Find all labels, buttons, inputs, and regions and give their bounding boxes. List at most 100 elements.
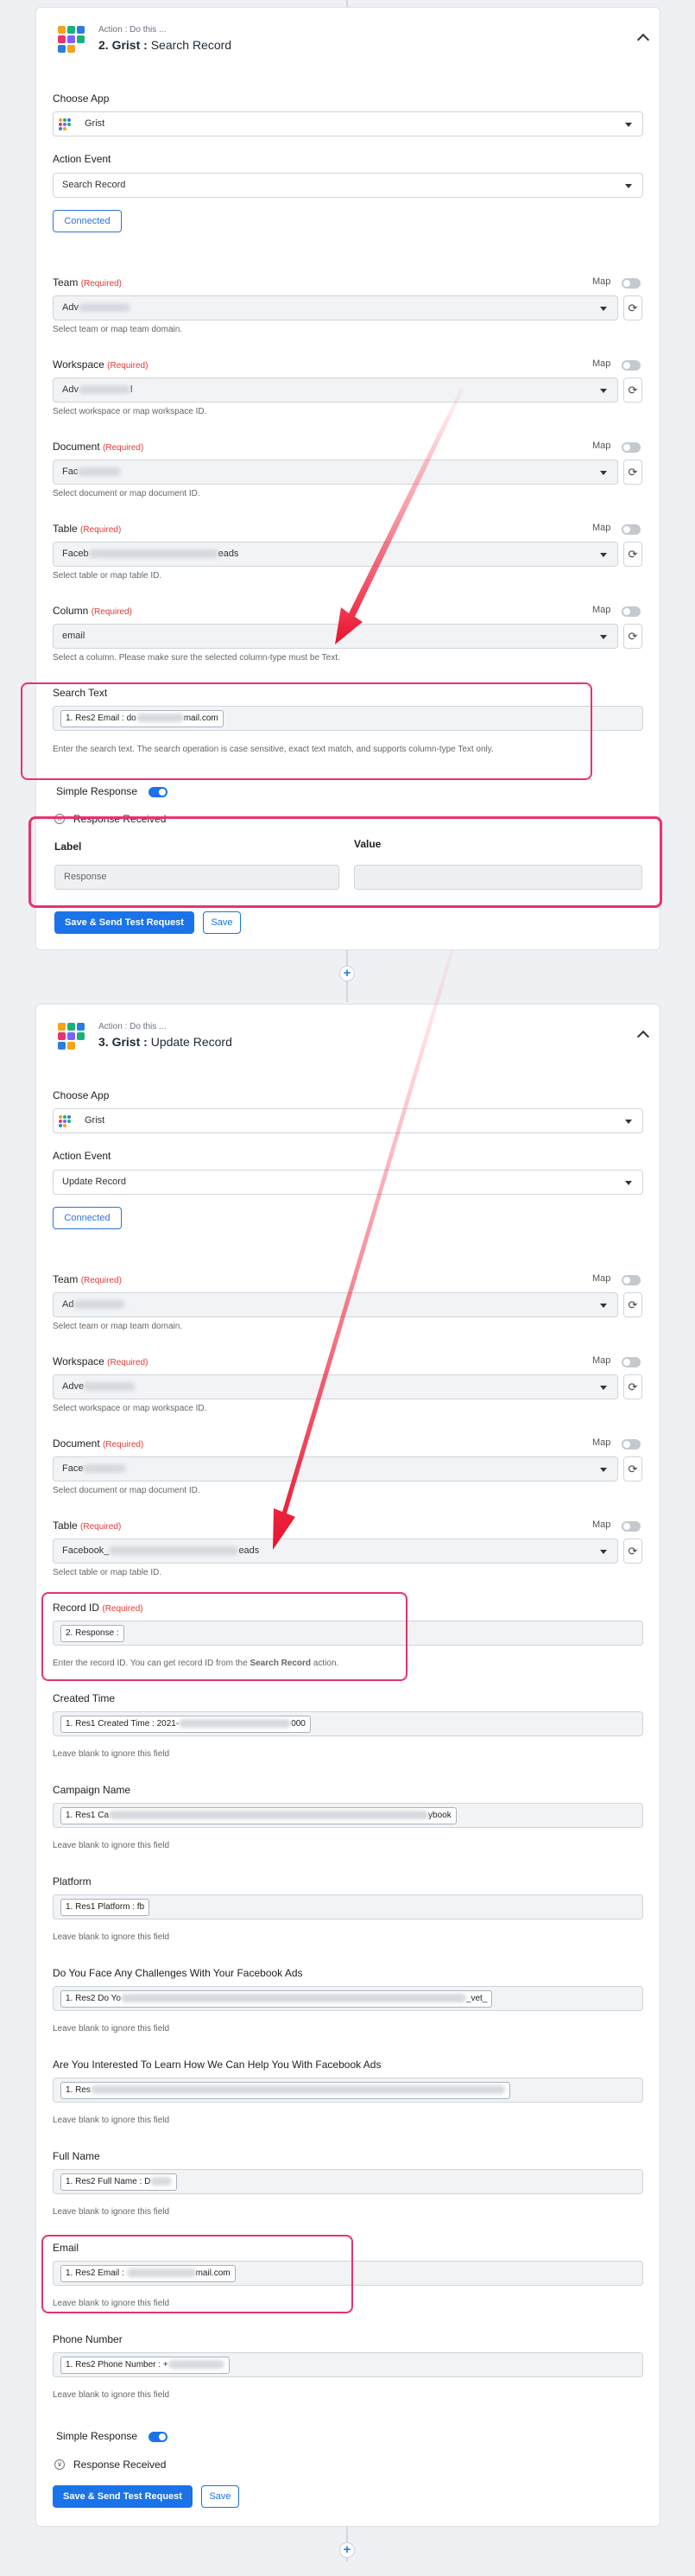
team-select[interactable]: Ad [53,1292,618,1317]
map-toggle[interactable] [622,360,641,371]
action-event-select[interactable]: Update Record [53,1170,643,1195]
refresh-button[interactable]: ⟳ [623,1539,642,1564]
workspace-select[interactable]: Adve [53,1374,618,1399]
refresh-button[interactable]: ⟳ [623,295,642,320]
platform-label: Platform [53,1875,92,1888]
simple-response-toggle[interactable] [148,787,167,797]
choose-app-label: Choose App [53,92,110,105]
blank-help: Leave blank to ignore this field [53,1932,170,1942]
expand-icon[interactable]: ∨ [54,2459,65,2470]
dropdown-arrow-icon [625,123,632,127]
add-step-button[interactable]: + [339,966,355,981]
blank-help: Leave blank to ignore this field [53,2207,170,2217]
challenges-input[interactable]: 1. Res2 Do Yo _vet_ [53,1986,643,2011]
phone-number-input[interactable]: 1. Res2 Phone Number : + [53,2352,643,2377]
mapped-value-chip[interactable]: 1. Res1 Ca ybook [60,1807,457,1824]
column-help: Select a column. Please make sure the se… [53,653,340,663]
map-toggle[interactable] [622,606,641,617]
mapped-value-chip[interactable]: 1. Res1 Created Time : 2021- 000 [60,1716,311,1733]
campaign-name-label: Campaign Name [53,1784,131,1796]
table-select[interactable]: Facebook_ eads [53,1539,618,1564]
team-help: Select team or map team domain. [53,325,183,334]
blank-help: Leave blank to ignore this field [53,2024,170,2034]
step-pre: Action : Do this ... [98,1022,167,1031]
dropdown-arrow-icon [625,184,632,188]
table-select[interactable]: Faceb eads [53,542,618,567]
refresh-button[interactable]: ⟳ [623,378,642,403]
table-label: Table (Required) [53,1520,122,1532]
map-label: Map [592,1437,611,1448]
workspace-select[interactable]: Adv l [53,378,618,403]
action-event-label: Action Event [53,1150,111,1162]
connected-button[interactable]: Connected [53,1207,122,1229]
mapped-value-chip[interactable]: 1. Res2 Phone Number : + [60,2357,230,2374]
document-help: Select document or map document ID. [53,1486,200,1495]
card-header[interactable]: Action : Do this ... 3. Grist : Update R… [36,1005,660,1055]
document-select[interactable]: Fac [53,460,618,485]
step-title: 2. Grist : Search Record [98,38,232,52]
team-help: Select team or map team domain. [53,1322,183,1331]
full-name-input[interactable]: 1. Res2 Full Name : D [53,2169,643,2194]
column-select[interactable]: email [53,624,618,649]
team-select[interactable]: Adv [53,295,618,320]
map-toggle[interactable] [622,1439,641,1450]
map-toggle[interactable] [622,278,641,289]
simple-response-label: Simple Response [56,785,138,797]
save-button[interactable]: Save [201,2485,239,2508]
refresh-button[interactable]: ⟳ [623,1456,642,1482]
dropdown-arrow-icon [600,471,607,475]
mapped-value-chip[interactable]: 1. Res [60,2082,510,2099]
interested-label: Are You Interested To Learn How We Can H… [53,2059,382,2071]
simple-response-toggle[interactable] [148,2432,167,2442]
challenges-label: Do You Face Any Challenges With Your Fac… [53,1967,303,1979]
created-time-label: Created Time [53,1692,116,1704]
collapse-chevron-icon[interactable] [636,1030,650,1044]
step-title: 3. Grist : Update Record [98,1035,232,1049]
grist-logo-icon [59,1115,71,1127]
full-name-label: Full Name [53,2150,100,2162]
map-toggle[interactable] [622,1521,641,1532]
response-received-label[interactable]: Response Received [73,2459,166,2471]
dropdown-arrow-icon [625,1181,632,1185]
refresh-button[interactable]: ⟳ [623,1374,642,1399]
save-button[interactable]: Save [203,911,241,934]
refresh-button[interactable]: ⟳ [623,460,642,485]
mapped-value-chip[interactable]: 1. Res1 Platform : fb [60,1899,150,1916]
document-label: Document (Required) [53,441,144,453]
refresh-button[interactable]: ⟳ [623,624,642,649]
platform-input[interactable]: 1. Res1 Platform : fb [53,1894,643,1919]
map-label: Map [592,605,611,615]
highlight-box [21,682,592,780]
card-header[interactable]: Action : Do this ... 2. Grist : Search R… [36,8,660,58]
app-select[interactable]: Grist [53,1108,643,1133]
table-help: Select table or map table ID. [53,1568,162,1577]
workspace-help: Select workspace or map workspace ID. [53,407,207,416]
refresh-button[interactable]: ⟳ [623,1292,642,1317]
map-label: Map [592,441,611,451]
map-label: Map [592,358,611,369]
save-send-test-button[interactable]: Save & Send Test Request [53,2485,193,2508]
map-toggle[interactable] [622,1275,641,1285]
blank-help: Leave blank to ignore this field [53,2390,170,2400]
blank-help: Leave blank to ignore this field [53,2116,170,2125]
save-send-test-button[interactable]: Save & Send Test Request [54,911,194,934]
app-select[interactable]: Grist [53,111,643,136]
add-step-button[interactable]: + [339,2542,355,2558]
connected-button[interactable]: Connected [53,210,122,232]
map-label: Map [592,1273,611,1284]
interested-input[interactable]: 1. Res [53,2078,643,2103]
action-event-select[interactable]: Search Record [53,173,643,198]
collapse-chevron-icon[interactable] [636,33,650,47]
campaign-name-input[interactable]: 1. Res1 Ca ybook [53,1803,643,1828]
team-label: Team (Required) [53,1273,122,1285]
refresh-button[interactable]: ⟳ [623,542,642,567]
mapped-value-chip[interactable]: 1. Res2 Do Yo _vet_ [60,1990,493,2008]
dropdown-arrow-icon [600,1550,607,1554]
map-toggle[interactable] [622,524,641,535]
created-time-input[interactable]: 1. Res1 Created Time : 2021- 000 [53,1711,643,1736]
mapped-value-chip[interactable]: 1. Res2 Full Name : D [60,2173,178,2191]
map-toggle[interactable] [622,1357,641,1367]
phone-number-label: Phone Number [53,2333,123,2345]
map-toggle[interactable] [622,442,641,453]
document-select[interactable]: Face [53,1456,618,1482]
